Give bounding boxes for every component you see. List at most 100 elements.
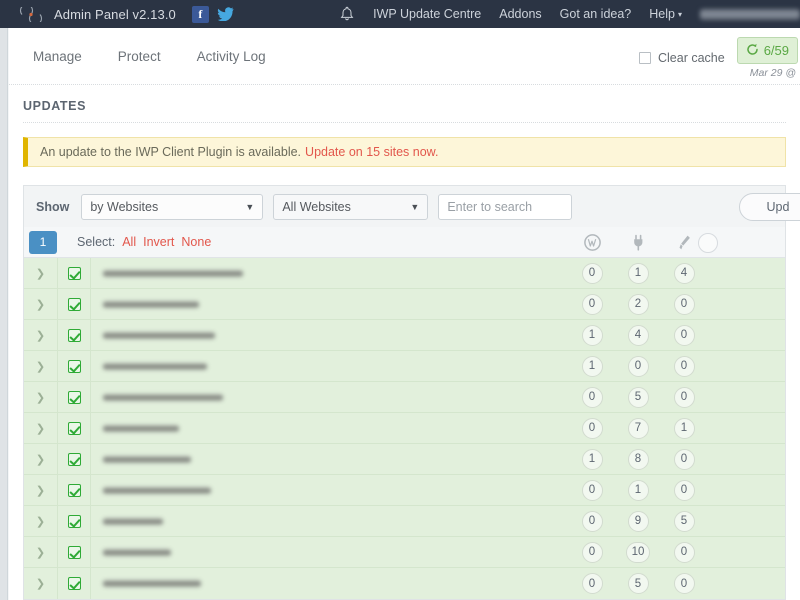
infinity-logo-icon[interactable] xyxy=(14,6,48,22)
row-checkbox-cell[interactable] xyxy=(58,506,91,537)
wp-update-count-cell[interactable]: 0 xyxy=(569,387,615,408)
chevron-right-icon[interactable]: ❯ xyxy=(24,320,58,351)
checked-checkbox-icon[interactable] xyxy=(68,453,81,466)
website-filter-select[interactable]: All Websites ▼ xyxy=(273,194,428,220)
site-name-cell[interactable] xyxy=(91,580,551,587)
clear-cache-checkbox[interactable] xyxy=(639,52,651,64)
select-all-link[interactable]: All xyxy=(122,235,136,249)
tab-protect[interactable]: Protect xyxy=(118,49,161,64)
checked-checkbox-icon[interactable] xyxy=(68,391,81,404)
plugin-update-count-cell[interactable]: 5 xyxy=(615,387,661,408)
theme-update-count-cell[interactable]: 0 xyxy=(661,480,707,501)
search-input[interactable] xyxy=(438,194,572,220)
wp-update-count-cell[interactable]: 1 xyxy=(569,356,615,377)
wordpress-icon[interactable] xyxy=(569,234,615,251)
plugin-update-count-cell[interactable]: 10 xyxy=(615,542,661,563)
checked-checkbox-icon[interactable] xyxy=(68,577,81,590)
plugin-update-count-cell[interactable]: 7 xyxy=(615,418,661,439)
site-name-cell[interactable] xyxy=(91,270,551,277)
theme-update-count-cell[interactable]: 0 xyxy=(661,449,707,470)
select-none-link[interactable]: None xyxy=(181,235,211,249)
chevron-right-icon[interactable]: ❯ xyxy=(24,475,58,506)
top-link-help[interactable]: Help▾ xyxy=(649,7,682,21)
top-link-got-an-idea[interactable]: Got an idea? xyxy=(560,7,632,21)
plugin-update-count-cell[interactable]: 8 xyxy=(615,449,661,470)
wp-update-count-cell[interactable]: 1 xyxy=(569,449,615,470)
plugin-update-count-cell[interactable]: 4 xyxy=(615,325,661,346)
site-name-cell[interactable] xyxy=(91,487,551,494)
wp-update-count-cell[interactable]: 0 xyxy=(569,542,615,563)
row-checkbox-cell[interactable] xyxy=(58,475,91,506)
chevron-right-icon[interactable]: ❯ xyxy=(24,351,58,382)
table-row[interactable]: ❯014 xyxy=(24,258,785,289)
chevron-right-icon[interactable]: ❯ xyxy=(24,444,58,475)
notice-update-link[interactable]: Update on 15 sites now. xyxy=(305,145,438,159)
plugin-plug-icon[interactable] xyxy=(615,234,661,251)
table-row[interactable]: ❯ 095 xyxy=(24,506,785,537)
site-name-cell[interactable] xyxy=(91,549,551,556)
chevron-right-icon[interactable]: ❯ xyxy=(24,568,58,599)
row-checkbox-cell[interactable] xyxy=(58,382,91,413)
notification-bell-icon[interactable] xyxy=(339,5,355,23)
table-row[interactable]: ❯ 010 xyxy=(24,475,785,506)
checked-checkbox-icon[interactable] xyxy=(68,360,81,373)
wp-update-count-cell[interactable]: 0 xyxy=(569,511,615,532)
theme-update-count-cell[interactable]: 0 xyxy=(661,573,707,594)
group-by-select[interactable]: by Websites ▼ xyxy=(81,194,263,220)
theme-update-count-cell[interactable]: 0 xyxy=(661,356,707,377)
theme-update-count-cell[interactable]: 0 xyxy=(661,542,707,563)
checked-checkbox-icon[interactable] xyxy=(68,484,81,497)
plugin-update-count-cell[interactable]: 2 xyxy=(615,294,661,315)
table-row[interactable]: ❯050 xyxy=(24,568,785,599)
row-checkbox-cell[interactable] xyxy=(58,444,91,475)
table-row[interactable]: ❯ 140 xyxy=(24,320,785,351)
refresh-sites-badge[interactable]: 6/59 xyxy=(737,37,798,64)
wp-update-count-cell[interactable]: 0 xyxy=(569,418,615,439)
chevron-right-icon[interactable]: ❯ xyxy=(24,289,58,320)
wp-update-count-cell[interactable]: 1 xyxy=(569,325,615,346)
checked-checkbox-icon[interactable] xyxy=(68,298,81,311)
site-name-cell[interactable] xyxy=(91,394,551,401)
site-name-cell[interactable] xyxy=(91,425,551,432)
site-name-cell[interactable] xyxy=(91,456,551,463)
checked-checkbox-icon[interactable] xyxy=(68,329,81,342)
site-name-cell[interactable] xyxy=(91,301,551,308)
twitter-icon[interactable] xyxy=(217,6,235,22)
wp-update-count-cell[interactable]: 0 xyxy=(569,573,615,594)
site-name-cell[interactable] xyxy=(91,518,551,525)
checked-checkbox-icon[interactable] xyxy=(68,267,81,280)
theme-update-count-cell[interactable]: 0 xyxy=(661,387,707,408)
row-checkbox-cell[interactable] xyxy=(58,258,91,289)
theme-update-count-cell[interactable]: 5 xyxy=(661,511,707,532)
row-checkbox-cell[interactable] xyxy=(58,351,91,382)
wp-update-count-cell[interactable]: 0 xyxy=(569,263,615,284)
theme-update-count-cell[interactable]: 0 xyxy=(661,294,707,315)
row-checkbox-cell[interactable] xyxy=(58,320,91,351)
chevron-right-icon[interactable]: ❯ xyxy=(24,258,58,289)
checked-checkbox-icon[interactable] xyxy=(68,546,81,559)
table-row[interactable]: ❯ 180 xyxy=(24,444,785,475)
site-name-cell[interactable] xyxy=(91,363,551,370)
wp-update-count-cell[interactable]: 0 xyxy=(569,480,615,501)
site-name-cell[interactable] xyxy=(91,332,551,339)
row-checkbox-cell[interactable] xyxy=(58,413,91,444)
row-checkbox-cell[interactable] xyxy=(58,568,91,599)
row-checkbox-cell[interactable] xyxy=(58,289,91,320)
tab-manage[interactable]: Manage xyxy=(33,49,82,64)
wp-update-count-cell[interactable]: 0 xyxy=(569,294,615,315)
table-row[interactable]: ❯100 xyxy=(24,351,785,382)
select-invert-link[interactable]: Invert xyxy=(143,235,174,249)
chevron-right-icon[interactable]: ❯ xyxy=(24,506,58,537)
top-link-iwp-update-centre[interactable]: IWP Update Centre xyxy=(373,7,481,21)
chevron-right-icon[interactable]: ❯ xyxy=(24,413,58,444)
theme-update-count-cell[interactable]: 0 xyxy=(661,325,707,346)
theme-update-count-cell[interactable]: 1 xyxy=(661,418,707,439)
chevron-right-icon[interactable]: ❯ xyxy=(24,382,58,413)
facebook-icon[interactable]: f xyxy=(192,6,209,23)
plugin-update-count-cell[interactable]: 9 xyxy=(615,511,661,532)
plugin-update-count-cell[interactable]: 1 xyxy=(615,480,661,501)
table-row[interactable]: ❯0100 xyxy=(24,537,785,568)
plugin-update-count-cell[interactable]: 0 xyxy=(615,356,661,377)
theme-update-count-cell[interactable]: 4 xyxy=(661,263,707,284)
row-checkbox-cell[interactable] xyxy=(58,537,91,568)
